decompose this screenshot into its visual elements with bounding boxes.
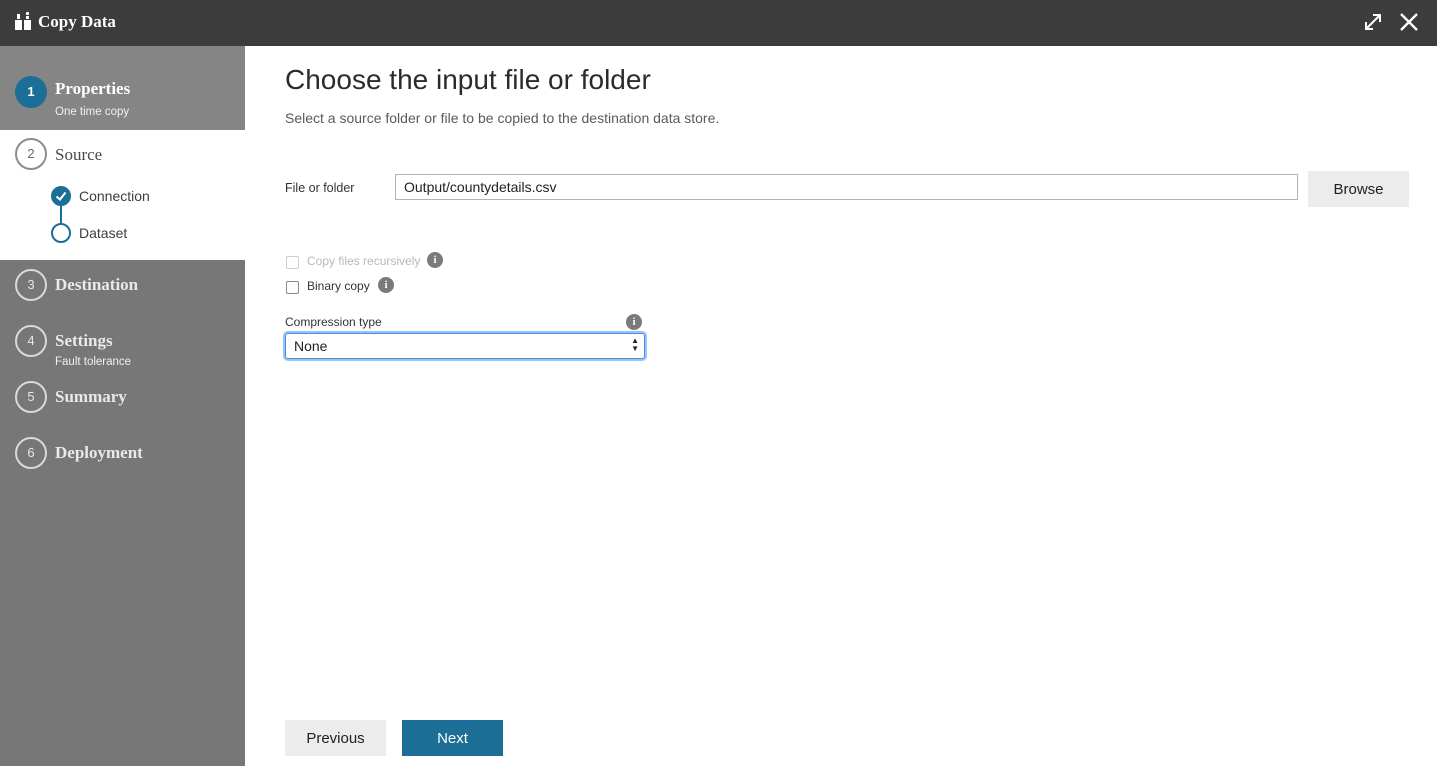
compression-type-value: None xyxy=(294,338,328,354)
step-number: 1 xyxy=(15,76,47,108)
browse-button[interactable]: Browse xyxy=(1308,171,1409,207)
substep-current-icon xyxy=(51,223,71,243)
step-label: Source xyxy=(55,145,103,164)
file-folder-label: File or folder xyxy=(285,181,355,195)
binary-copy-label: Binary copy xyxy=(307,279,370,293)
info-icon[interactable]: i xyxy=(378,277,394,293)
step-number: 4 xyxy=(15,325,47,357)
step-number: 3 xyxy=(15,269,47,301)
step-properties[interactable]: 1 Properties One time copy xyxy=(0,46,245,130)
step-number: 2 xyxy=(15,138,47,170)
step-label: Summary xyxy=(55,387,127,406)
wizard-sidebar: 1 Properties One time copy 2 Source Conn… xyxy=(0,46,245,766)
step-label: Settings xyxy=(55,331,113,350)
info-icon[interactable]: i xyxy=(427,252,443,268)
check-icon xyxy=(55,191,67,201)
compression-type-select[interactable]: None ▲ ▼ xyxy=(285,333,645,359)
step-sublabel: Fault tolerance xyxy=(55,356,132,368)
window-title: Copy Data xyxy=(38,12,116,31)
page-title: Choose the input file or folder xyxy=(285,64,651,95)
page-description: Select a source folder or file to be cop… xyxy=(285,110,720,126)
step-source[interactable]: 2 Source Connection Dataset xyxy=(0,130,245,260)
compression-type-label: Compression type xyxy=(285,315,382,329)
file-folder-input[interactable] xyxy=(395,174,1298,200)
substep-dataset[interactable]: Dataset xyxy=(79,225,127,241)
step-label: Destination xyxy=(55,275,139,294)
step-number: 6 xyxy=(15,437,47,469)
binary-copy-checkbox[interactable] xyxy=(286,281,299,294)
step-sublabel: One time copy xyxy=(55,106,130,118)
expand-icon[interactable] xyxy=(1361,10,1385,34)
substep-connection[interactable]: Connection xyxy=(79,188,150,204)
copy-recursively-checkbox[interactable] xyxy=(286,256,299,269)
next-button[interactable]: Next xyxy=(402,720,503,756)
info-icon[interactable]: i xyxy=(626,314,642,330)
step-number: 5 xyxy=(15,381,47,413)
close-icon[interactable] xyxy=(1397,10,1421,34)
step-label: Deployment xyxy=(55,443,143,462)
copy-data-icon xyxy=(15,11,31,30)
step-label: Properties xyxy=(55,79,131,98)
select-arrows-icon: ▲ ▼ xyxy=(631,336,639,353)
previous-button[interactable]: Previous xyxy=(285,720,386,756)
substep-done-icon xyxy=(51,186,71,206)
copy-recursively-label: Copy files recursively xyxy=(307,254,421,268)
title-bar: Copy Data xyxy=(0,0,1437,46)
